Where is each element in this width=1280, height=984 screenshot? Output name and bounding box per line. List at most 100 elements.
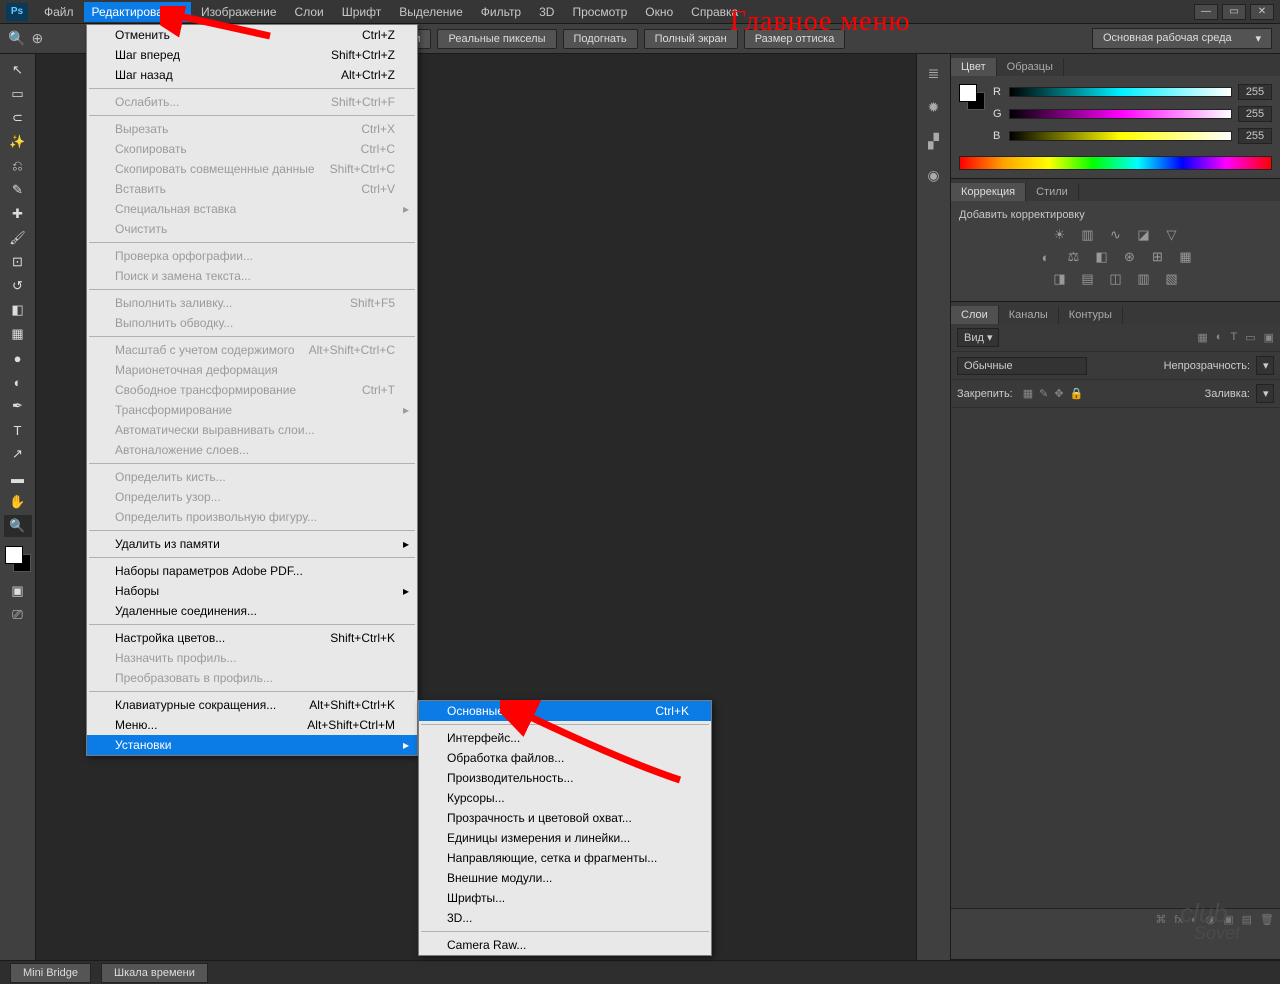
crop-tool[interactable]: ⎌ — [4, 155, 32, 177]
maximize-button[interactable]: ▭ — [1222, 4, 1246, 20]
timeline-tab[interactable]: Шкала времени — [101, 963, 208, 983]
zoom-plus-icon[interactable]: ⊕ — [31, 30, 43, 47]
menu-справка[interactable]: Справка — [683, 2, 746, 22]
close-button[interactable]: ✕ — [1250, 4, 1274, 20]
layer-mask-icon[interactable]: ◐ — [1191, 914, 1198, 926]
filter-type-icon[interactable]: T — [1230, 331, 1237, 344]
exposure-icon[interactable]: ◪ — [1135, 227, 1153, 243]
menu-item[interactable]: Наборы▸ — [87, 581, 417, 601]
menu-item[interactable]: Установки▸ — [87, 735, 417, 755]
vibrance-icon[interactable]: ▽ — [1163, 227, 1181, 243]
eraser-tool[interactable]: ◧ — [4, 299, 32, 321]
option-button[interactable]: Реальные пикселы — [437, 29, 556, 49]
menu-3d[interactable]: 3D — [531, 2, 562, 22]
properties-panel-icon[interactable]: ◉ — [923, 164, 945, 186]
option-button[interactable]: Полный экран — [644, 29, 738, 49]
blue-slider[interactable] — [1009, 131, 1232, 141]
tab-styles[interactable]: Стили — [1026, 183, 1079, 201]
blur-tool[interactable]: ● — [4, 347, 32, 369]
tab-layers[interactable]: Слои — [951, 306, 999, 324]
fill-value[interactable]: ▾ — [1256, 384, 1274, 403]
menu-item[interactable]: ОтменитьCtrl+Z — [87, 25, 417, 45]
workspace-dropdown[interactable]: Основная рабочая среда ▾ — [1092, 28, 1272, 49]
pen-tool[interactable]: ✒ — [4, 395, 32, 417]
menu-item[interactable]: Курсоры... — [419, 788, 711, 808]
history-brush-tool[interactable]: ↺ — [4, 275, 32, 297]
menu-выделение[interactable]: Выделение — [391, 2, 471, 22]
wand-tool[interactable]: ✨ — [4, 131, 32, 153]
curves-icon[interactable]: ∿ — [1107, 227, 1125, 243]
tab-paths[interactable]: Контуры — [1059, 306, 1123, 324]
eyedropper-tool[interactable]: ✎ — [4, 179, 32, 201]
link-layers-icon[interactable]: ⌘ — [1155, 913, 1166, 926]
tab-channels[interactable]: Каналы — [999, 306, 1059, 324]
path-tool[interactable]: ↗ — [4, 443, 32, 465]
layer-kind-filter[interactable]: Вид ▾ — [957, 328, 999, 347]
selective-icon[interactable]: ▧ — [1163, 271, 1181, 287]
channel-mixer-icon[interactable]: ⊞ — [1149, 249, 1167, 265]
filter-adjust-icon[interactable]: ◐ — [1216, 331, 1223, 344]
menu-item[interactable]: Camera Raw... — [419, 935, 711, 955]
menu-item[interactable]: Удалить из памяти▸ — [87, 534, 417, 554]
tab-swatches[interactable]: Образцы — [997, 58, 1064, 76]
lookup-icon[interactable]: ▦ — [1177, 249, 1195, 265]
menu-item[interactable]: Настройка цветов...Shift+Ctrl+K — [87, 628, 417, 648]
heal-tool[interactable]: ✚ — [4, 203, 32, 225]
move-tool[interactable]: ↖ — [4, 59, 32, 81]
type-tool[interactable]: T — [4, 419, 32, 441]
hand-tool[interactable]: ✋ — [4, 491, 32, 513]
menu-item[interactable]: Удаленные соединения... — [87, 601, 417, 621]
bw-icon[interactable]: ◧ — [1093, 249, 1111, 265]
red-slider[interactable] — [1009, 87, 1232, 97]
menu-фильтр[interactable]: Фильтр — [473, 2, 529, 22]
color-swatch[interactable] — [5, 546, 31, 572]
menu-изображение[interactable]: Изображение — [193, 2, 285, 22]
filter-shape-icon[interactable]: ▭ — [1245, 331, 1255, 344]
menu-item[interactable]: Шаг впередShift+Ctrl+Z — [87, 45, 417, 65]
zoom-tool-icon[interactable]: 🔍 — [8, 30, 25, 47]
lock-all-icon[interactable]: 🔒 — [1070, 387, 1084, 400]
menu-item[interactable]: Меню...Alt+Shift+Ctrl+M — [87, 715, 417, 735]
brush-tool[interactable]: 🖌 — [4, 227, 32, 249]
levels-icon[interactable]: ▥ — [1079, 227, 1097, 243]
gradient-tool[interactable]: ▦ — [4, 323, 32, 345]
menu-окно[interactable]: Окно — [637, 2, 681, 22]
stamp-tool[interactable]: ⊡ — [4, 251, 32, 273]
new-fill-icon[interactable]: ◉ — [1206, 913, 1216, 926]
delete-layer-icon[interactable]: 🗑 — [1260, 913, 1274, 926]
hue-icon[interactable]: ◐ — [1037, 249, 1055, 265]
panel-color-swatch[interactable] — [959, 84, 985, 110]
brightness-icon[interactable]: ☀ — [1051, 227, 1069, 243]
histogram-panel-icon[interactable]: ▞ — [923, 130, 945, 152]
option-button[interactable]: Подогнать — [563, 29, 638, 49]
menu-шрифт[interactable]: Шрифт — [334, 2, 389, 22]
dodge-tool[interactable]: ◐ — [4, 371, 32, 393]
new-group-icon[interactable]: ▣ — [1223, 913, 1233, 926]
balance-icon[interactable]: ⚖ — [1065, 249, 1083, 265]
photo-filter-icon[interactable]: ⊛ — [1121, 249, 1139, 265]
menu-item[interactable]: Направляющие, сетка и фрагменты... — [419, 848, 711, 868]
lasso-tool[interactable]: ⊂ — [4, 107, 32, 129]
menu-item[interactable]: Единицы измерения и линейки... — [419, 828, 711, 848]
menu-item[interactable]: Шрифты... — [419, 888, 711, 908]
tab-adjustments[interactable]: Коррекция — [951, 183, 1026, 201]
spectrum-bar[interactable] — [959, 156, 1272, 170]
menu-просмотр[interactable]: Просмотр — [564, 2, 635, 22]
menu-item[interactable]: Производительность... — [419, 768, 711, 788]
tab-color[interactable]: Цвет — [951, 58, 997, 76]
zoom-tool[interactable]: 🔍 — [4, 515, 32, 537]
lock-paint-icon[interactable]: ✎ — [1039, 387, 1048, 400]
menu-item[interactable]: Прозрачность и цветовой охват... — [419, 808, 711, 828]
screenmode-toggle[interactable]: ⎚ — [4, 604, 32, 626]
blue-value[interactable]: 255 — [1238, 128, 1272, 144]
green-value[interactable]: 255 — [1238, 106, 1272, 122]
shape-tool[interactable]: ▬ — [4, 467, 32, 489]
menu-item[interactable]: Клавиатурные сокращения...Alt+Shift+Ctrl… — [87, 695, 417, 715]
filter-smart-icon[interactable]: ▣ — [1264, 331, 1274, 344]
menu-слои[interactable]: Слои — [287, 2, 332, 22]
menu-редактирование[interactable]: Редактирование — [84, 2, 191, 22]
green-slider[interactable] — [1009, 109, 1232, 119]
menu-item[interactable]: Шаг назадAlt+Ctrl+Z — [87, 65, 417, 85]
menu-item[interactable]: 3D... — [419, 908, 711, 928]
marquee-tool[interactable]: ▭ — [4, 83, 32, 105]
